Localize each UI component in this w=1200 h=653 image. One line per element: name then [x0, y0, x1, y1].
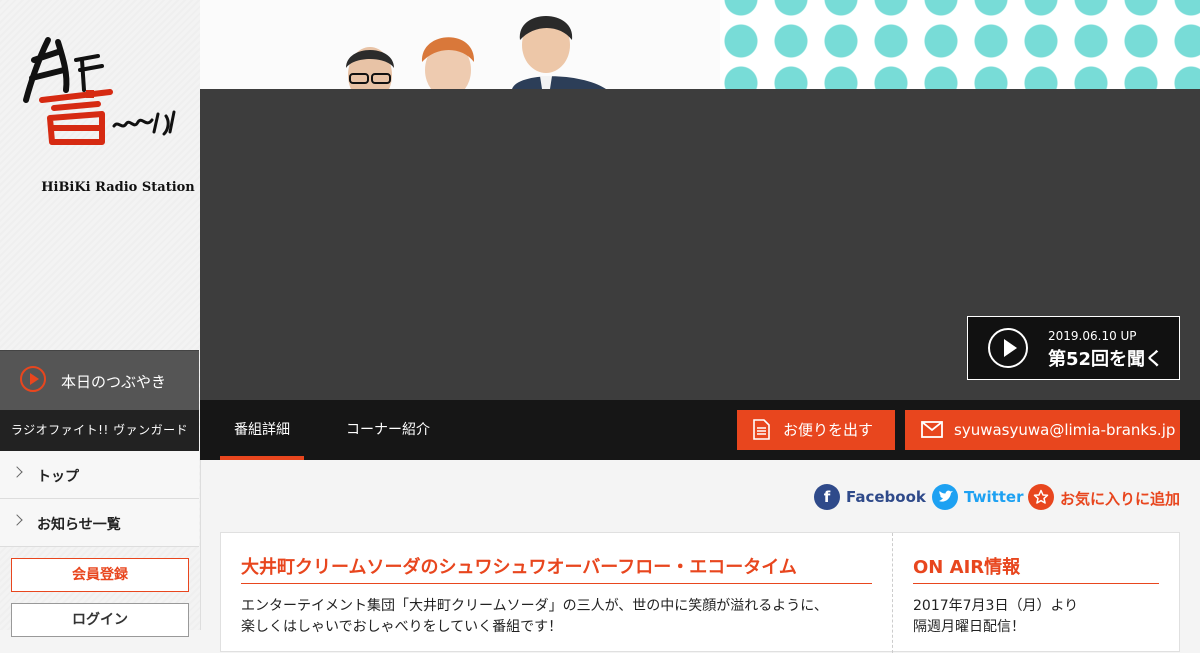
facebook-label: Facebook [846, 488, 926, 506]
onair-line: 隔週月曜日配信！ [913, 619, 1025, 635]
site-logo[interactable]: HiBiKi Radio Station [18, 30, 195, 195]
program-tabbar: 番組詳細 コーナー紹介 お便りを出す syuwasyuwa@limia-bran… [200, 400, 1200, 460]
twitter-icon [932, 484, 958, 510]
sidebar-item-label: お知らせ一覧 [37, 517, 121, 533]
hero-pattern [720, 0, 1200, 89]
onair-title: ON AIR情報 [913, 553, 1159, 584]
onair-line: 2017年7月3日（月）より [913, 598, 1079, 614]
description-line: 楽しくはしゃいでおしゃべりをしていく番組です！ [241, 619, 563, 635]
sidebar-item-top[interactable]: トップ [0, 451, 199, 499]
play-icon [20, 366, 46, 392]
favorite-label: お気に入りに追加 [1060, 490, 1181, 508]
sidebar: HiBiKi Radio Station 本日のつぶやき ラジオファイト!! ヴ… [0, 0, 201, 637]
program-description: エンターテイメント集団「大井町クリームソーダ」の三人が、世の中に笑顔が溢れるよう… [241, 596, 881, 638]
envelope-icon [921, 421, 943, 438]
send-letter-button[interactable]: お便りを出す [737, 410, 895, 450]
program-title: 大井町クリームソーダのシュワシュワオーバーフロー・エコータイム [241, 553, 872, 584]
play-icon [988, 328, 1028, 368]
sidebar-item-label: トップ [37, 469, 79, 485]
twitter-label: Twitter [964, 488, 1024, 506]
daily-tweet-label: 本日のつぶやき [61, 373, 167, 391]
episode-date: 2019.06.10 UP [1048, 329, 1137, 343]
chevron-right-icon [11, 514, 23, 526]
email-button[interactable]: syuwasyuwa@limia-branks.jp [905, 410, 1180, 450]
sidebar-program-link[interactable]: ラジオファイト!! ヴァンガード [0, 410, 199, 451]
tab-program-detail[interactable]: 番組詳細 [220, 400, 304, 460]
sidebar-item-news[interactable]: お知らせ一覧 [0, 499, 199, 547]
station-name: HiBiKi Radio Station [41, 180, 195, 195]
listen-episode-button[interactable]: 2019.06.10 UP 第52回を聞く [967, 316, 1180, 380]
sidebar-nav: トップ お知らせ一覧 [0, 451, 199, 547]
login-button[interactable]: ログイン [11, 603, 189, 637]
onair-info: 2017年7月3日（月）より 隔週月曜日配信！ [913, 596, 1163, 638]
chevron-right-icon [11, 466, 23, 478]
hero-image [200, 0, 720, 89]
star-icon [1028, 484, 1054, 510]
send-letter-label: お便りを出す [783, 421, 874, 439]
daily-tweet-button[interactable]: 本日のつぶやき [0, 350, 199, 411]
card-divider [892, 533, 893, 653]
facebook-icon: f [814, 484, 840, 510]
tab-corner-intro[interactable]: コーナー紹介 [334, 400, 442, 460]
description-line: エンターテイメント集団「大井町クリームソーダ」の三人が、世の中に笑顔が溢れるよう… [241, 598, 828, 614]
listen-label: 第52回を聞く [1048, 349, 1164, 370]
audio-player: 2019.06.10 UP 第52回を聞く [200, 89, 1200, 400]
program-info-card: 大井町クリームソーダのシュワシュワオーバーフロー・エコータイム エンターテイメン… [220, 532, 1180, 653]
email-address: syuwasyuwa@limia-branks.jp [954, 421, 1176, 439]
document-icon [753, 419, 770, 440]
register-button[interactable]: 会員登録 [11, 558, 189, 592]
